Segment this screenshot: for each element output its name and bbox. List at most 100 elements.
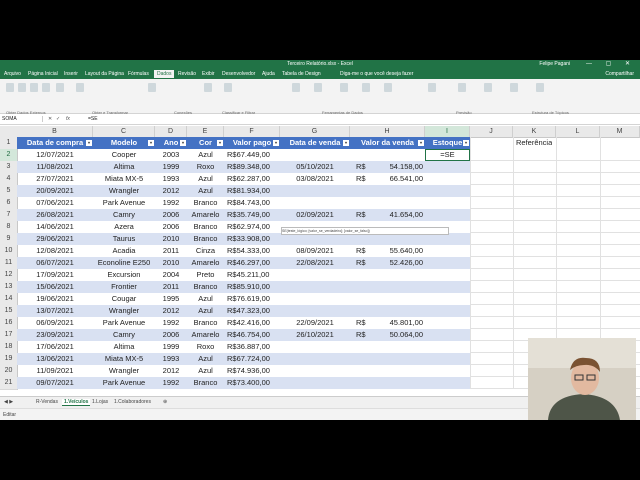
cell-est[interactable] bbox=[425, 269, 470, 281]
row-header[interactable]: 21 bbox=[0, 377, 18, 390]
tab-ajuda[interactable]: Ajuda bbox=[262, 71, 275, 77]
table-header-cell[interactable]: Valor pago ▾ bbox=[224, 137, 281, 149]
cell-est[interactable] bbox=[425, 329, 470, 341]
column-header-j[interactable]: J bbox=[470, 126, 513, 138]
cell-pago[interactable]: R$73.400,00 bbox=[227, 377, 283, 389]
cell-pago[interactable]: R$54.333,00 bbox=[227, 245, 283, 257]
cell-pago[interactable]: R$67.724,00 bbox=[227, 353, 283, 365]
cell-ano[interactable]: 2004 bbox=[155, 269, 187, 281]
table-header-cell[interactable]: Cor ▾ bbox=[187, 137, 225, 149]
cell-pago[interactable]: R$45.211,00 bbox=[227, 269, 283, 281]
cell-est[interactable] bbox=[425, 353, 470, 365]
text-to-columns-icon[interactable] bbox=[292, 83, 300, 92]
cell-vv[interactable] bbox=[350, 149, 425, 161]
cell-data[interactable]: 17/09/2021 bbox=[17, 269, 93, 281]
cell-dv[interactable]: 22/09/2021 bbox=[280, 317, 350, 329]
cell-cor[interactable]: Branco bbox=[187, 377, 224, 389]
tab-exibir[interactable]: Exibir bbox=[202, 71, 215, 77]
subtotal-icon[interactable] bbox=[536, 83, 544, 92]
cell-data[interactable]: 06/07/2021 bbox=[17, 257, 93, 269]
cell-ano[interactable]: 2011 bbox=[155, 281, 187, 293]
tab-arquivo[interactable]: Arquivo bbox=[4, 71, 21, 77]
cell-cor[interactable]: Azul bbox=[187, 365, 224, 377]
cell-data[interactable]: 07/06/2021 bbox=[17, 197, 93, 209]
cell-dv[interactable] bbox=[280, 353, 350, 365]
cell-pago[interactable]: R$84.743,00 bbox=[227, 197, 283, 209]
filter-dropdown-icon[interactable]: ▾ bbox=[343, 140, 349, 146]
sheet-tab-veiculos[interactable]: 1.Veículos bbox=[62, 399, 91, 406]
cell-ano[interactable]: 2010 bbox=[155, 233, 187, 245]
cell-modelo[interactable]: Acadia bbox=[93, 245, 155, 257]
what-if-icon[interactable] bbox=[428, 83, 436, 92]
cell-vv[interactable] bbox=[350, 365, 425, 377]
cell-pago[interactable]: R$33.908,00 bbox=[227, 233, 283, 245]
tell-me-box[interactable]: Diga-me o que você deseja fazer bbox=[340, 71, 413, 77]
tab-inserir[interactable]: Inserir bbox=[64, 71, 78, 77]
cell-cor[interactable]: Amarelo bbox=[187, 329, 224, 341]
cell-cor[interactable]: Roxo bbox=[187, 341, 224, 353]
cell-modelo[interactable]: Park Avenue bbox=[93, 377, 155, 389]
cell-dv[interactable]: 22/08/2021 bbox=[280, 257, 350, 269]
cell-pago[interactable]: R$36.887,00 bbox=[227, 341, 283, 353]
cell-modelo[interactable]: Altima bbox=[93, 341, 155, 353]
cell-dv[interactable]: 03/08/2021 bbox=[280, 173, 350, 185]
cell-pago[interactable]: R$47.323,00 bbox=[227, 305, 283, 317]
cell-cor[interactable]: Branco bbox=[187, 233, 224, 245]
sheet-tab-vendas[interactable]: R-Vendas bbox=[36, 399, 58, 405]
cell-est[interactable] bbox=[425, 317, 470, 329]
cell-est[interactable] bbox=[425, 185, 470, 197]
cell-modelo[interactable]: Park Avenue bbox=[93, 317, 155, 329]
forecast-sheet-icon[interactable] bbox=[458, 83, 466, 92]
cell-dv[interactable] bbox=[280, 293, 350, 305]
filter-dropdown-icon[interactable]: ▾ bbox=[86, 140, 92, 146]
cell-data[interactable]: 13/06/2021 bbox=[17, 353, 93, 365]
cell-ano[interactable]: 1992 bbox=[155, 197, 187, 209]
cell-dv[interactable] bbox=[280, 365, 350, 377]
ungroup-icon[interactable] bbox=[510, 83, 518, 92]
cell-est[interactable] bbox=[425, 341, 470, 353]
cell-data[interactable]: 11/09/2021 bbox=[17, 365, 93, 377]
cell-est[interactable] bbox=[425, 245, 470, 257]
window-controls[interactable]: — ▢ ✕ bbox=[586, 60, 636, 67]
cell-pago[interactable]: R$35.749,00 bbox=[227, 209, 283, 221]
cell-cor[interactable]: Amarelo bbox=[187, 257, 224, 269]
cell-data[interactable]: 19/06/2021 bbox=[17, 293, 93, 305]
formula-input[interactable]: =SE bbox=[88, 116, 98, 122]
cell-cor[interactable]: Branco bbox=[187, 317, 224, 329]
name-box[interactable]: SOMA bbox=[2, 116, 43, 122]
cell-est[interactable] bbox=[425, 197, 470, 209]
cell-data[interactable]: 29/06/2021 bbox=[17, 233, 93, 245]
cell-data[interactable]: 20/09/2021 bbox=[17, 185, 93, 197]
sheet-tab-lojas[interactable]: 1.Lojas bbox=[92, 399, 108, 405]
cell-vv[interactable] bbox=[350, 281, 425, 293]
cell-dv[interactable] bbox=[280, 341, 350, 353]
cell-data[interactable]: 11/08/2021 bbox=[17, 161, 93, 173]
new-query-icon[interactable] bbox=[76, 83, 84, 92]
table-header-cell[interactable]: Ano ▾ bbox=[155, 137, 188, 149]
share-button[interactable]: Compartilhar bbox=[605, 71, 634, 77]
user-name[interactable]: Felipe Pagani bbox=[539, 61, 570, 67]
tab-dados[interactable]: Dados bbox=[154, 70, 175, 78]
filter-dropdown-icon[interactable]: ▾ bbox=[148, 140, 154, 146]
cell-ano[interactable]: 1999 bbox=[155, 161, 187, 173]
cell-dv[interactable] bbox=[280, 305, 350, 317]
cell-ano[interactable]: 2006 bbox=[155, 329, 187, 341]
cell-ano[interactable]: 1992 bbox=[155, 377, 187, 389]
cell-ano[interactable]: 2011 bbox=[155, 245, 187, 257]
cell-cor[interactable]: Branco bbox=[187, 197, 224, 209]
cell-pago[interactable]: R$89.348,00 bbox=[227, 161, 283, 173]
cell-modelo[interactable]: Miata MX-5 bbox=[93, 173, 155, 185]
fx-icon[interactable]: fx bbox=[66, 116, 70, 122]
cell-pago[interactable]: R$46.754,00 bbox=[227, 329, 283, 341]
cell-est[interactable] bbox=[425, 293, 470, 305]
cancel-icon[interactable]: ✕ bbox=[48, 116, 52, 122]
tab-desenvolvedor[interactable]: Desenvolvedor bbox=[222, 71, 255, 77]
cell-modelo[interactable]: Frontier bbox=[93, 281, 155, 293]
active-cell[interactable] bbox=[425, 149, 470, 161]
cell-vv[interactable] bbox=[350, 353, 425, 365]
from-text-icon[interactable] bbox=[18, 83, 26, 92]
table-header-cell[interactable]: Modelo ▾ bbox=[93, 137, 156, 149]
cell-modelo[interactable]: Wrangler bbox=[93, 305, 155, 317]
cell-est[interactable] bbox=[425, 209, 470, 221]
cell-data[interactable]: 23/09/2021 bbox=[17, 329, 93, 341]
